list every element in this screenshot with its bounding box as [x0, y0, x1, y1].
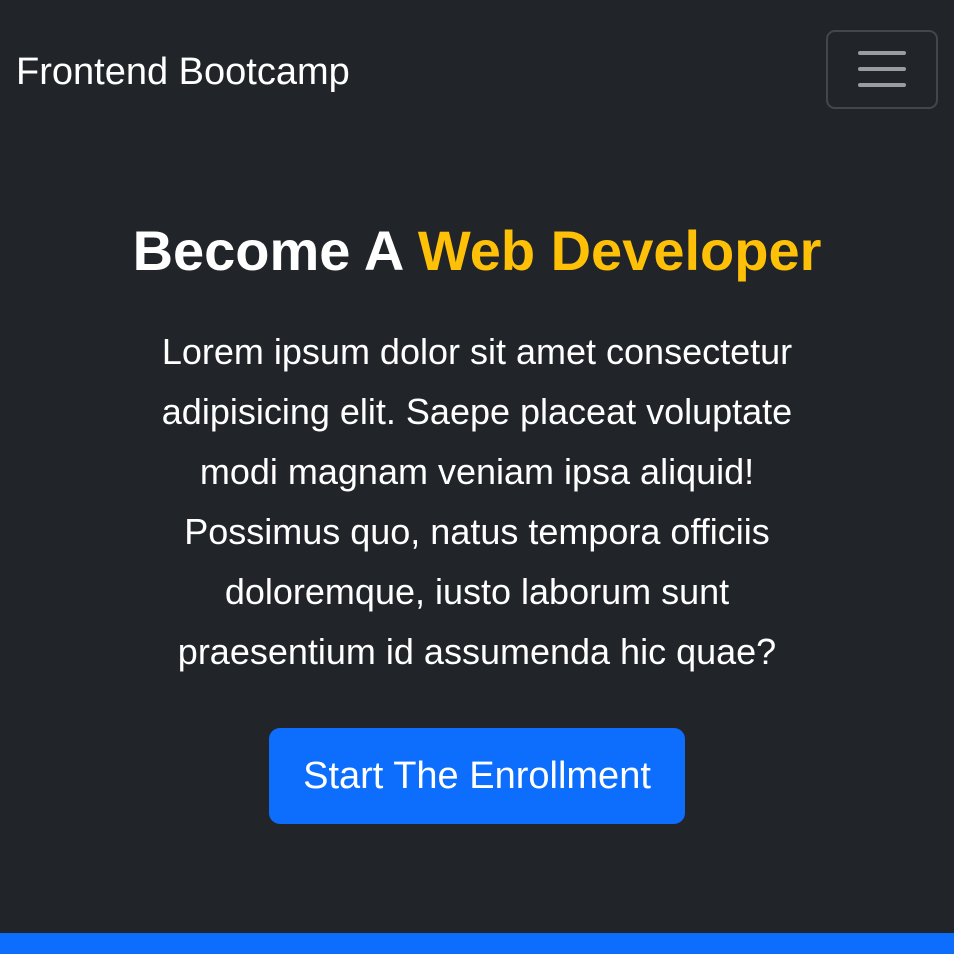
next-section-edge — [0, 933, 954, 954]
navbar-toggler-button[interactable] — [826, 30, 938, 109]
hero-lead-text: Lorem ipsum dolor sit amet consectetur a… — [161, 331, 793, 672]
page: Frontend Bootcamp Become A Web Developer… — [0, 0, 954, 954]
headline-accent: Web Developer — [417, 219, 822, 282]
hero-headline: Become A Web Developer — [0, 218, 954, 284]
hamburger-menu-icon-bar — [858, 67, 906, 71]
hamburger-menu-icon — [858, 51, 906, 55]
start-enrollment-button[interactable]: Start The Enrollment — [269, 728, 685, 824]
hero-section: Become A Web Developer Lorem ipsum dolor… — [0, 140, 954, 824]
navbar: Frontend Bootcamp — [0, 0, 954, 140]
headline-plain: Become A — [132, 219, 418, 282]
hamburger-menu-icon-bar — [858, 83, 906, 87]
navbar-brand[interactable]: Frontend Bootcamp — [16, 50, 350, 94]
